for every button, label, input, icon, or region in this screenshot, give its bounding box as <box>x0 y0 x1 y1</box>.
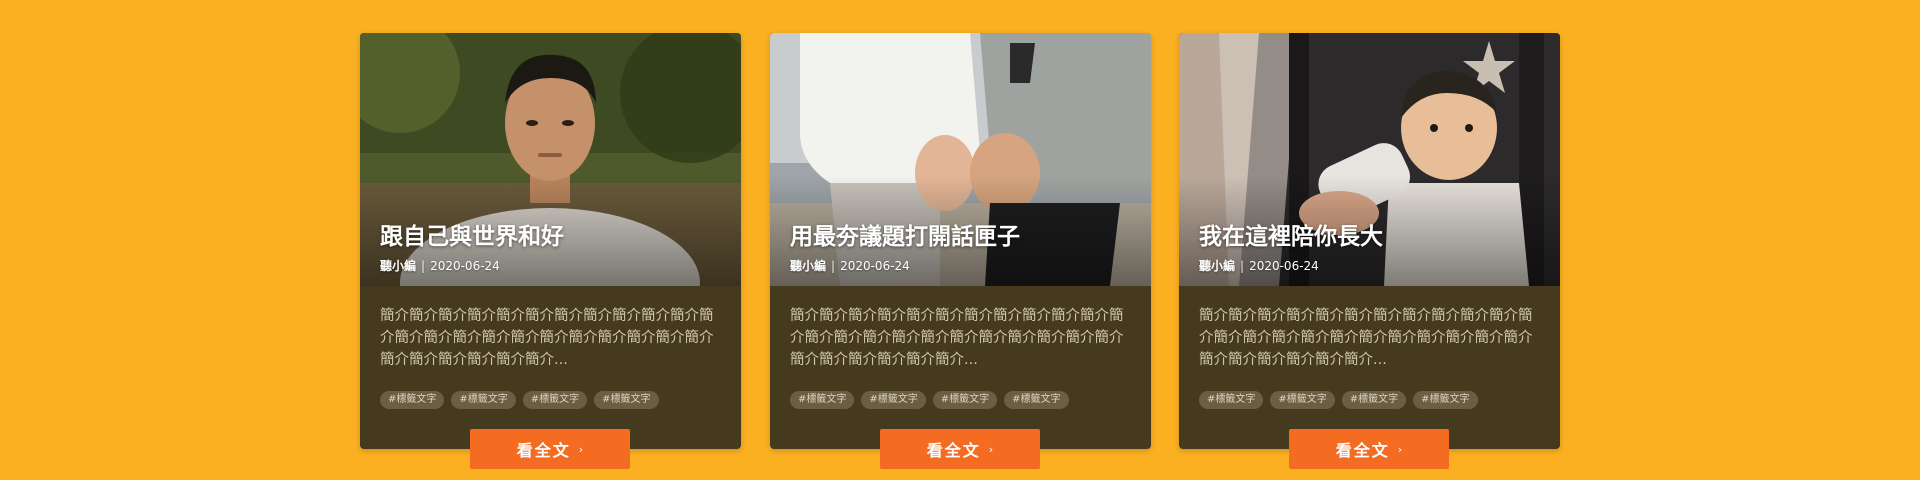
tag[interactable]: #標籤文字 <box>861 391 926 409</box>
article-meta: 聽小編 | 2020-06-24 <box>380 260 500 272</box>
read-more-button[interactable]: 看全文 › <box>880 429 1040 469</box>
tag[interactable]: #標籤文字 <box>1004 391 1069 409</box>
article-card: 跟自己與世界和好 聽小編 | 2020-06-24 簡介簡介簡介簡介簡介簡介簡介簡介… <box>360 33 741 469</box>
tag[interactable]: #標籤文字 <box>451 391 516 409</box>
read-more-label: 看全文 <box>516 441 571 460</box>
tag-list: #標籤文字 #標籤文字 #標籤文字 #標籤文字 <box>1199 391 1478 409</box>
article-card: 我在這裡陪你長大 聽小編 | 2020-06-24 簡介簡介簡介簡介簡介簡介簡介簡介… <box>1179 33 1560 469</box>
read-more-label: 看全文 <box>1335 441 1390 460</box>
article-title[interactable]: 我在這裡陪你長大 <box>1199 226 1383 249</box>
article-excerpt: 簡介簡介簡介簡介簡介簡介簡介簡介簡介簡介簡介簡介簡介簡介簡介簡介簡介簡介簡介簡介… <box>1199 308 1533 368</box>
tag-list: #標籤文字 #標籤文字 #標籤文字 #標籤文字 <box>790 391 1069 409</box>
article-author: 聽小編 <box>790 259 827 273</box>
article-excerpt: 簡介簡介簡介簡介簡介簡介簡介簡介簡介簡介簡介簡介簡介簡介簡介簡介簡介簡介簡介簡介… <box>380 308 714 368</box>
tag[interactable]: #標籤文字 <box>594 391 659 409</box>
article-title[interactable]: 跟自己與世界和好 <box>380 226 564 249</box>
chevron-right-icon: › <box>988 442 994 456</box>
tag[interactable]: #標籤文字 <box>932 391 998 409</box>
meta-separator: | <box>1240 259 1245 273</box>
article-date: 2020-06-24 <box>430 259 500 273</box>
meta-separator: | <box>421 259 426 273</box>
read-more-button[interactable]: 看全文 › <box>1289 429 1449 469</box>
article-excerpt: 簡介簡介簡介簡介簡介簡介簡介簡介簡介簡介簡介簡介簡介簡介簡介簡介簡介簡介簡介簡介… <box>790 308 1124 368</box>
article-meta: 聽小編 | 2020-06-24 <box>790 260 910 272</box>
tag[interactable]: #標籤文字 <box>522 391 588 409</box>
article-date: 2020-06-24 <box>840 259 910 273</box>
tag[interactable]: #標籤文字 <box>790 391 855 409</box>
article-author: 聽小編 <box>380 259 417 273</box>
tag[interactable]: #標籤文字 <box>1341 391 1407 409</box>
meta-separator: | <box>831 259 836 273</box>
read-more-button[interactable]: 看全文 › <box>470 429 630 469</box>
article-card: 用最夯議題打開話匣子 聽小編 | 2020-06-24 簡介簡介簡介簡介簡介簡介簡介… <box>770 33 1151 469</box>
article-date: 2020-06-24 <box>1249 259 1319 273</box>
article-meta: 聽小編 | 2020-06-24 <box>1199 260 1319 272</box>
chevron-right-icon: › <box>578 442 584 456</box>
tag[interactable]: #標籤文字 <box>1270 391 1335 409</box>
article-card-list: 跟自己與世界和好 聽小編 | 2020-06-24 簡介簡介簡介簡介簡介簡介簡介簡介… <box>0 0 1920 480</box>
chevron-right-icon: › <box>1397 442 1403 456</box>
tag[interactable]: #標籤文字 <box>380 391 445 409</box>
article-title[interactable]: 用最夯議題打開話匣子 <box>790 226 1020 249</box>
tag[interactable]: #標籤文字 <box>1199 391 1264 409</box>
tag[interactable]: #標籤文字 <box>1413 391 1478 409</box>
read-more-label: 看全文 <box>926 441 981 460</box>
article-author: 聽小編 <box>1199 259 1236 273</box>
tag-list: #標籤文字 #標籤文字 #標籤文字 #標籤文字 <box>380 391 659 409</box>
